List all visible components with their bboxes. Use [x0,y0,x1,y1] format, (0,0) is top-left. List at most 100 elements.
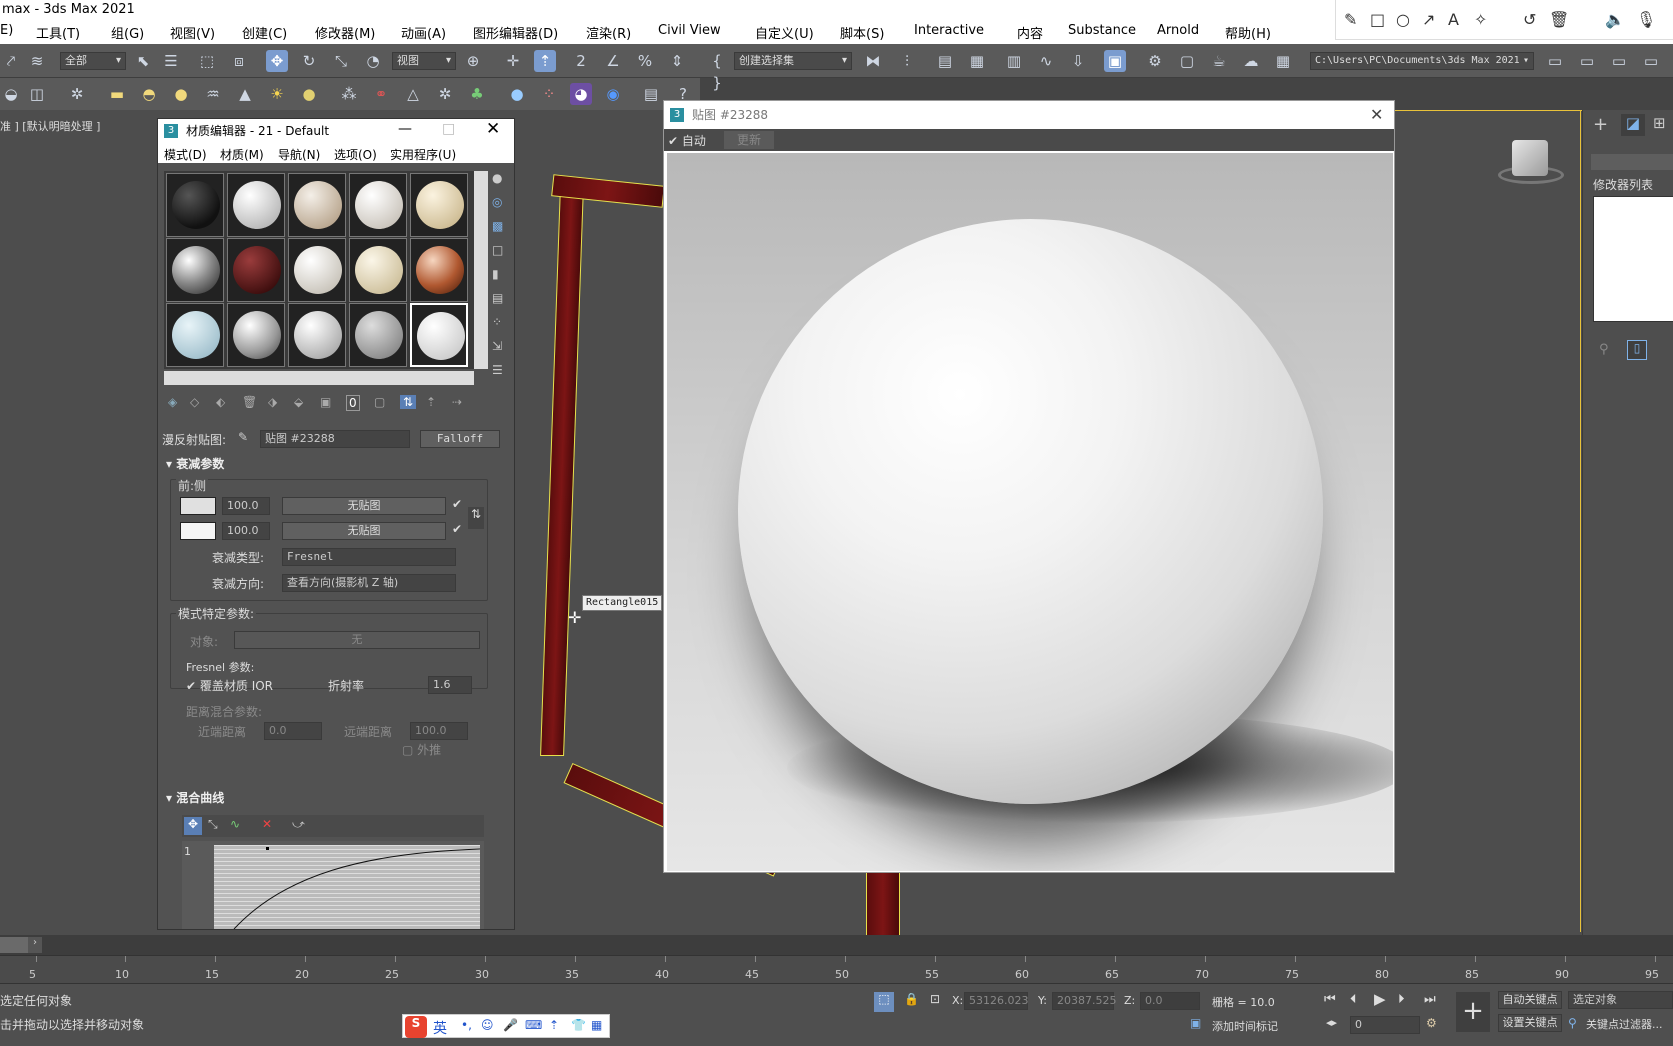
go-forward-sibling-icon[interactable]: ⇢ [452,395,462,409]
set-project-icon[interactable]: ▭ [1544,50,1566,72]
curve-editor-icon[interactable]: ∿ [1035,50,1057,72]
sample-slot[interactable] [349,238,407,302]
gear-icon[interactable]: ✲ [434,83,456,105]
menu-animation[interactable]: 动画(A) [401,23,446,42]
material-editor-icon[interactable]: ▣ [1104,50,1126,72]
material-ball-icon[interactable]: ● [506,83,528,105]
link-icon[interactable]: ⤤ [0,50,22,72]
goto-end-icon[interactable]: ⏭ [1424,992,1436,1007]
select-manipulate-icon[interactable]: ✛ [502,50,524,72]
mated-menu-utilities[interactable]: 实用程序(U) [390,146,456,163]
render-cloud-icon[interactable]: ☁ [1240,50,1262,72]
show-end-result-toggle-icon[interactable]: ⇅ [400,395,417,409]
goto-start-icon[interactable]: ⏮ [1324,992,1336,1007]
override-ior-checkbox[interactable]: ✔ 覆盖材质 IOR [186,677,273,694]
select-move-icon[interactable]: ✥ [266,50,288,72]
menu-help[interactable]: 帮助(H) [1225,23,1271,42]
auto-update-checkbox[interactable]: ✔ 自动 [668,132,706,149]
side-amount-spinner[interactable]: 100.0 [222,522,270,540]
update-button[interactable]: 更新 [724,131,774,149]
hierarchy-tab-icon[interactable]: ⊞ [1653,114,1666,132]
sample-slot-active[interactable] [410,303,468,367]
render-production-icon[interactable]: ☕ [1208,50,1230,72]
front-color-swatch[interactable] [180,497,216,515]
x-coord-field[interactable]: 53126.023 [964,992,1029,1010]
modifier-list-label[interactable]: 修改器列表 [1593,176,1653,193]
render-setup-icon[interactable]: ⚙ [1144,50,1166,72]
render-icon[interactable]: ◉ [602,83,624,105]
keyboard-icon[interactable]: ⌨ [525,1018,542,1032]
select-scale-icon[interactable]: ⤡ [330,50,352,72]
key-filters-button[interactable]: 关键点过滤器... [1586,1016,1663,1032]
auto-key-button[interactable]: 自动关键点 [1498,991,1562,1009]
trash-icon[interactable]: 🗑 [1549,10,1569,29]
pivot-center-icon[interactable]: ⊕ [462,50,484,72]
sample-slot[interactable] [288,238,346,302]
toggle-ribbon-icon[interactable]: ▥ [1003,50,1025,72]
emoji-icon[interactable]: ☺ [481,1018,494,1032]
sample-slot[interactable] [410,238,468,302]
rect-selection-icon[interactable]: ⬚ [196,50,218,72]
sample-slot[interactable] [288,173,346,237]
sample-slot[interactable] [227,303,285,367]
slots-vertical-scrollbar[interactable] [474,171,488,369]
create-tab-icon[interactable]: + [1593,114,1608,135]
render-shortcuts-icon[interactable]: ▦ [1272,50,1294,72]
falloff-params-rollout[interactable]: ▾ 衰减参数 [166,455,224,473]
menu-arnold[interactable]: Arnold [1157,23,1199,38]
frame-left-bar[interactable] [540,186,584,756]
menu-scripting[interactable]: 脚本(S) [840,23,884,42]
z-coord-field[interactable]: 0.0 [1140,992,1200,1010]
prev-frame-icon[interactable]: ⏴ [1350,992,1357,1007]
select-object-icon[interactable]: ⬉ [132,50,154,72]
mated-menu-options[interactable]: 选项(O) [334,146,377,163]
set-keys-icon[interactable]: + [1456,992,1490,1032]
sun-icon[interactable]: ☀ [266,83,288,105]
front-map-button[interactable]: 无贴图 [282,497,446,515]
frame-right-post[interactable] [866,872,900,936]
hemisphere-icon[interactable]: ◓ [138,83,160,105]
selection-filter-dropdown[interactable]: 全部 [60,52,126,70]
modify-tab-icon[interactable]: ◪ [1621,114,1645,136]
key-target-dropdown[interactable]: 选定对象 [1568,991,1673,1009]
put-to-library-icon[interactable]: ▣ [320,395,331,409]
current-frame-spinner[interactable]: 0 [1350,1016,1420,1034]
minimize-icon[interactable]: — [398,121,412,137]
menu-edit[interactable]: E) [0,23,13,38]
time-tag-icon[interactable]: ▣ [1190,1016,1201,1030]
text-icon[interactable]: A [1448,10,1459,29]
sample-slot[interactable] [166,238,224,302]
align-icon[interactable]: ⫶ [896,50,918,72]
near-distance-spinner[interactable]: 0.0 [264,722,322,740]
make-copy-icon[interactable]: ⬗ [268,395,277,409]
reset-curve-icon[interactable]: ⤻ [292,817,305,832]
sphere-icon[interactable]: ● [170,83,192,105]
pen-icon[interactable]: ✎ [1344,10,1357,29]
scene-explorer-icon[interactable]: ▤ [934,50,956,72]
undo-icon[interactable]: ↺ [1523,10,1536,29]
delete-point-icon[interactable]: ✕ [262,817,272,831]
skin-icon[interactable]: 👕 [571,1018,586,1032]
select-place-icon[interactable]: ◔ [362,50,384,72]
modifier-stack[interactable] [1593,196,1673,322]
close-icon[interactable]: ✕ [486,119,500,139]
select-by-material-icon[interactable]: ⇲ [492,339,502,353]
menu-rendering[interactable]: 渲染(R) [586,23,631,42]
punctuation-icon[interactable]: •, [461,1018,472,1032]
falloff-direction-dropdown[interactable]: 查看方向(摄影机 Z 轴) [282,574,456,592]
object-name-field[interactable] [1591,154,1673,170]
color-swatches-icon[interactable]: ⁘ [538,83,560,105]
light-icon[interactable]: ● [298,83,320,105]
absolute-mode-icon[interactable]: ⊡ [930,992,940,1006]
track-bar-ruler[interactable]: 5 10 15 20 25 30 35 40 45 50 55 60 65 70… [0,955,1673,983]
options-icon[interactable]: ⁘ [492,315,502,329]
spinner-snap-icon[interactable]: ⇕ [666,50,688,72]
object-pick-button[interactable]: 无 [234,631,480,649]
arrow-icon[interactable]: ↗ [1422,10,1435,29]
time-config-icon[interactable]: ⚙ [1426,1016,1437,1030]
far-distance-spinner[interactable]: 100.0 [410,722,468,740]
menu-substance[interactable]: Substance [1068,23,1136,38]
swap-colors-icon[interactable]: ⇅ [468,507,484,529]
keyboard-shortcut-override-icon[interactable]: ⇡ [534,50,556,72]
menu-view[interactable]: 视图(V) [170,23,215,42]
